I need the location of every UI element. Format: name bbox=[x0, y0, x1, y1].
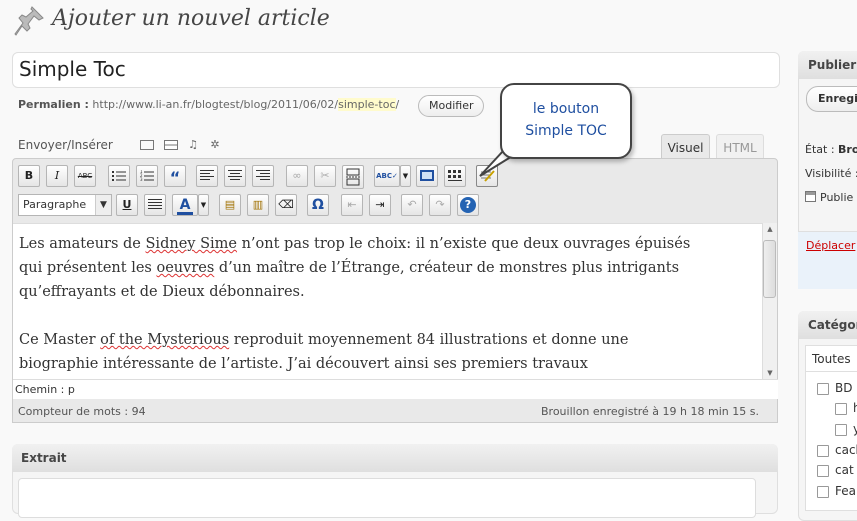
text-color-button[interactable]: A bbox=[172, 194, 198, 216]
excerpt-title[interactable]: Extrait bbox=[12, 444, 778, 472]
tab-visual[interactable]: Visuel bbox=[661, 134, 710, 160]
format-select[interactable]: Paragraphe ▼ bbox=[18, 194, 112, 216]
special-char-button[interactable]: Ω bbox=[307, 194, 329, 216]
svg-text:3: 3 bbox=[140, 177, 143, 182]
permalink-label: Permalien : bbox=[18, 98, 89, 111]
spellcheck-button[interactable]: ABC✓ bbox=[374, 165, 400, 187]
category-label: BD bbox=[835, 381, 853, 395]
indent-icon[interactable]: ⇥ bbox=[369, 194, 391, 216]
category-label: cach bbox=[835, 443, 857, 457]
add-media-icon[interactable]: ✲ bbox=[208, 139, 222, 151]
upload-insert-label: Envoyer/Insérer bbox=[18, 138, 113, 152]
content-paragraph-2: Ce Master of the Mysterious reproduit mo… bbox=[19, 332, 629, 372]
add-audio-icon[interactable]: ♫ bbox=[186, 139, 200, 151]
category-checkbox[interactable] bbox=[817, 465, 829, 477]
undo-icon[interactable]: ↶ bbox=[401, 194, 423, 216]
callout-line-2: Simple TOC bbox=[525, 123, 607, 139]
editor-path: Chemin : p bbox=[13, 379, 778, 399]
bold-button[interactable]: B bbox=[18, 165, 40, 187]
tab-html[interactable]: HTML bbox=[716, 134, 764, 160]
link-icon[interactable]: ∞ bbox=[286, 165, 308, 187]
publish-title[interactable]: Publier bbox=[798, 51, 857, 79]
help-icon: ? bbox=[460, 197, 476, 213]
excerpt-textarea[interactable] bbox=[18, 478, 756, 518]
category-checkbox[interactable] bbox=[835, 403, 847, 415]
spellcheck-dropdown[interactable]: ▼ bbox=[400, 165, 411, 187]
add-image-icon[interactable] bbox=[140, 140, 154, 150]
post-title-input[interactable]: Simple Toc bbox=[12, 52, 780, 88]
category-label: h bbox=[853, 401, 857, 415]
category-checkbox[interactable] bbox=[817, 486, 829, 498]
modify-permalink-button[interactable]: Modifier bbox=[418, 95, 485, 117]
category-label: cat bbox=[835, 463, 854, 477]
publish-date-label: Publie bbox=[820, 191, 854, 204]
status-label: État : bbox=[805, 143, 835, 156]
paste-text-icon[interactable]: ▤ bbox=[219, 194, 241, 216]
eraser-icon[interactable]: ⌫ bbox=[275, 194, 297, 216]
pushpin-icon bbox=[14, 6, 44, 36]
page-title: Ajouter un nouvel article bbox=[52, 6, 330, 31]
align-right-button[interactable] bbox=[252, 165, 274, 187]
categories-title[interactable]: Catégories bbox=[798, 311, 857, 339]
outdent-icon[interactable]: ⇤ bbox=[341, 194, 363, 216]
category-checkbox[interactable] bbox=[817, 383, 829, 395]
category-label: y bbox=[853, 422, 857, 436]
add-video-icon[interactable] bbox=[164, 140, 178, 150]
kitchen-sink-button[interactable] bbox=[444, 165, 466, 187]
align-left-button[interactable] bbox=[196, 165, 218, 187]
scroll-down-icon[interactable]: ▼ bbox=[763, 367, 777, 379]
publish-date-row: Publie bbox=[805, 191, 853, 204]
permalink-end: / bbox=[395, 98, 400, 111]
annotation-callout: le bouton Simple TOC bbox=[500, 83, 632, 159]
help-button[interactable]: ? bbox=[457, 194, 479, 216]
visibility-label: Visibilité : bbox=[805, 167, 857, 180]
draft-saved-status: Brouillon enregistré à 19 h 18 min 15 s. bbox=[541, 405, 759, 418]
category-label: Fea bbox=[835, 484, 856, 498]
content-paragraph-1: Les amateurs de Sidney Sime n’ont pas tr… bbox=[19, 236, 691, 300]
bullet-list-button[interactable] bbox=[108, 165, 130, 187]
editor-content[interactable]: Les amateurs de Sidney Sime n’ont pas tr… bbox=[13, 223, 762, 379]
permalink-row: Permalien : http://www.li-an.fr/blogtest… bbox=[18, 98, 399, 111]
word-count: Compteur de mots : 94 bbox=[18, 405, 146, 418]
save-draft-button[interactable]: Enregi bbox=[806, 86, 857, 112]
italic-button[interactable]: I bbox=[46, 165, 68, 187]
redo-icon[interactable]: ↷ bbox=[429, 194, 451, 216]
chevron-down-icon: ▼ bbox=[95, 195, 111, 215]
status-row: État : Bro bbox=[805, 143, 857, 156]
justify-button[interactable] bbox=[144, 194, 166, 216]
callout-line-1: le bouton bbox=[532, 101, 600, 117]
calendar-icon bbox=[805, 191, 816, 202]
text-color-dropdown[interactable]: ▼ bbox=[198, 194, 209, 216]
blockquote-button[interactable]: “ bbox=[164, 165, 186, 187]
align-center-button[interactable] bbox=[224, 165, 246, 187]
fullscreen-button[interactable] bbox=[416, 165, 438, 187]
more-tag-button[interactable] bbox=[342, 165, 364, 189]
permalink-base: http://www.li-an.fr/blogtest/blog/2011/0… bbox=[92, 98, 339, 111]
numbered-list-button[interactable]: 123 bbox=[136, 165, 158, 187]
underline-button[interactable]: U bbox=[116, 194, 138, 216]
paste-word-icon[interactable]: ▥ bbox=[247, 194, 269, 216]
strikethrough-button[interactable]: ABC bbox=[74, 165, 96, 187]
category-checkbox[interactable] bbox=[817, 445, 829, 457]
tab-all-categories[interactable]: Toutes bbox=[805, 345, 857, 371]
scrollbar-thumb[interactable] bbox=[763, 240, 776, 298]
category-checkbox[interactable] bbox=[835, 424, 847, 436]
move-to-trash-link[interactable]: Déplacer bbox=[806, 239, 855, 252]
unlink-icon[interactable]: ✂ bbox=[314, 165, 336, 187]
scroll-up-icon[interactable]: ▲ bbox=[763, 223, 777, 235]
status-value: Bro bbox=[838, 143, 857, 156]
format-select-value: Paragraphe bbox=[23, 198, 87, 211]
permalink-slug[interactable]: simple-toc bbox=[338, 98, 396, 111]
